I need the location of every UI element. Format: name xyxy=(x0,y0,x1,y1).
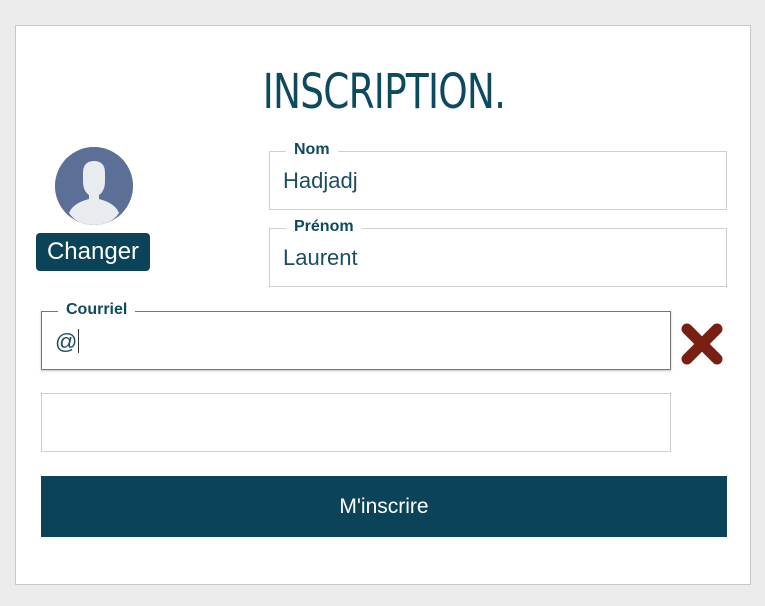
nom-label: Nom xyxy=(286,140,338,160)
close-x-icon[interactable] xyxy=(679,321,725,367)
submit-button[interactable]: M'inscrire xyxy=(41,476,727,537)
registration-card: INSCRIPTION. Changer Nom Hadjadj Prénom … xyxy=(15,25,751,585)
nom-value: Hadjadj xyxy=(283,168,358,193)
courriel-label: Courriel xyxy=(58,300,136,320)
courriel-value: @ xyxy=(55,329,80,355)
user-silhouette-icon xyxy=(55,147,133,225)
courriel-field[interactable]: Courriel @ xyxy=(41,300,671,370)
avatar xyxy=(55,147,133,225)
prenom-field[interactable]: Prénom Laurent xyxy=(269,217,727,287)
change-avatar-button[interactable]: Changer xyxy=(36,233,150,271)
page-title: INSCRIPTION. xyxy=(262,64,506,120)
extra-input-field[interactable] xyxy=(41,393,671,452)
nom-field[interactable]: Nom Hadjadj xyxy=(269,140,727,210)
text-caret xyxy=(78,329,80,353)
prenom-value: Laurent xyxy=(283,245,358,270)
prenom-label: Prénom xyxy=(286,217,362,237)
courriel-text: @ xyxy=(55,329,78,354)
